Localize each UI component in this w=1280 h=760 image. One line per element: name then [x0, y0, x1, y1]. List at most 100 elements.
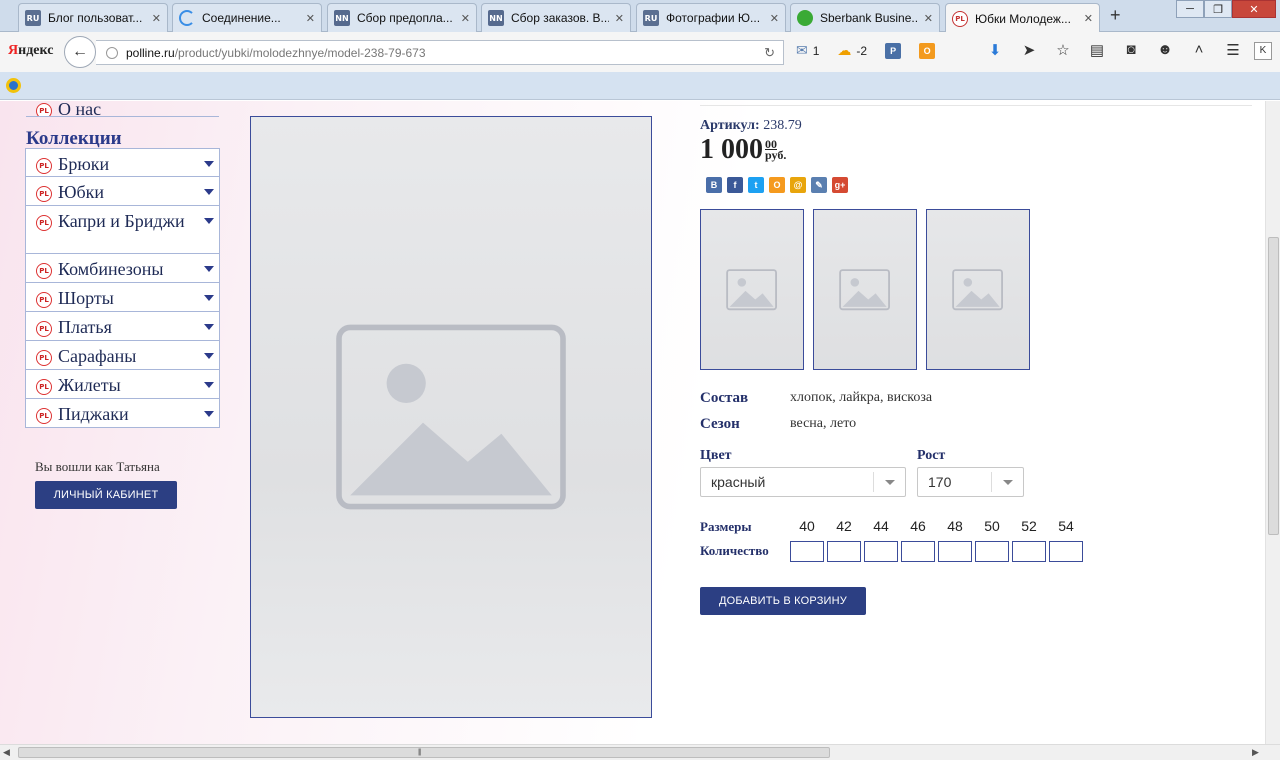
weather-widget[interactable]: ☁ -2 — [837, 42, 867, 59]
livejournal-icon[interactable]: ✎ — [811, 177, 827, 193]
yandex-logo[interactable]: Яндекс — [8, 43, 53, 59]
menu-item-collection[interactable]: PL Жилеты — [25, 370, 220, 399]
menu-item-label: Сарафаны — [58, 346, 137, 366]
close-tab-icon[interactable]: ✕ — [461, 12, 470, 25]
close-window-icon[interactable]: ✕ — [1232, 0, 1276, 18]
page-content: PL О нас Коллекции PL Брюки PL Юбки PL Капри и… — [0, 101, 1265, 744]
chevron-up-icon[interactable]: ˄ — [1182, 41, 1216, 59]
bookmark-icon[interactable] — [6, 78, 21, 93]
quantity-input-size[interactable] — [938, 541, 972, 562]
quantity-input-size[interactable] — [1049, 541, 1083, 562]
menu-item-label: Пиджаки — [58, 404, 129, 424]
quantity-input-size[interactable] — [864, 541, 898, 562]
new-tab-button[interactable]: + — [1110, 5, 1121, 26]
dropdown-arrow-icon[interactable] — [204, 324, 214, 330]
twitter-icon[interactable]: t — [748, 177, 764, 193]
chat-icon[interactable]: ☻ — [1148, 41, 1182, 59]
menu-item-collection[interactable]: PL Платья — [25, 312, 220, 341]
dropdown-arrow-icon[interactable] — [204, 295, 214, 301]
menu-item-collection[interactable]: PL Комбинезоны — [25, 254, 220, 283]
size-label: 48 — [947, 518, 963, 534]
dropdown-arrow-icon[interactable] — [204, 189, 214, 195]
quantity-input-size[interactable] — [901, 541, 935, 562]
vk-icon[interactable]: В — [706, 177, 722, 193]
odnoklassniki-icon[interactable]: О — [769, 177, 785, 193]
quantity-input-size[interactable] — [827, 541, 861, 562]
add-to-cart-button[interactable]: Добавить в корзину — [700, 587, 866, 615]
minimize-icon[interactable]: ─ — [1176, 0, 1204, 18]
mail-widget[interactable]: ✉ 1 — [796, 42, 819, 59]
download-icon[interactable]: ⬇ — [978, 41, 1012, 59]
menu-item-collection[interactable]: PL Сарафаны — [25, 341, 220, 370]
scrollbar-thumb[interactable] — [1268, 237, 1279, 535]
horizontal-scrollbar[interactable]: ◀ ||| ▶ — [0, 744, 1280, 760]
scroll-left-icon[interactable]: ◀ — [3, 747, 10, 758]
product-thumbnail[interactable] — [700, 209, 804, 370]
sizes-label: Размеры — [700, 519, 752, 534]
product-main-photo[interactable] — [250, 116, 652, 718]
close-tab-icon[interactable]: ✕ — [770, 12, 779, 25]
scrollbar-thumb[interactable] — [18, 747, 830, 758]
browser-tab[interactable]: Соединение... ✕ — [172, 3, 322, 32]
close-tab-icon[interactable]: ✕ — [924, 12, 933, 25]
browser-tab[interactable]: RU Блог пользоват... ✕ — [18, 3, 168, 32]
facebook-icon[interactable]: f — [727, 177, 743, 193]
pl-logo-icon: PL — [36, 215, 52, 231]
image-placeholder-icon — [726, 268, 778, 310]
odnoklassniki-ext-button[interactable]: О — [919, 42, 936, 59]
reading-list-icon[interactable]: ▤ — [1080, 41, 1114, 59]
vertical-scrollbar[interactable] — [1265, 101, 1280, 744]
pocket-icon[interactable]: ◙ — [1114, 41, 1148, 59]
tab-title: Sberbank Busine... — [820, 11, 918, 25]
color-select[interactable]: красный — [700, 467, 906, 497]
close-tab-icon[interactable]: ✕ — [615, 12, 624, 25]
tab-title: Сбор предопла... — [357, 11, 453, 25]
menu-item-collection[interactable]: PL Шорты — [25, 283, 220, 312]
mailru-icon[interactable]: @ — [790, 177, 806, 193]
quantity-input-size[interactable] — [1012, 541, 1046, 562]
quantity-input-size[interactable] — [975, 541, 1009, 562]
tab-title: Юбки Молодеж... — [975, 11, 1071, 26]
send-icon[interactable]: ➤ — [1012, 41, 1046, 59]
product-thumbnail[interactable] — [813, 209, 917, 370]
menu-item-collection[interactable]: PL Брюки — [25, 148, 220, 177]
menu-icon[interactable]: ☰ — [1216, 41, 1250, 59]
price-cents: 00 руб. — [765, 137, 787, 162]
menu-item-about[interactable]: PL О нас — [26, 101, 219, 117]
reload-icon[interactable]: ↻ — [764, 45, 775, 61]
nn-favicon-icon: NN — [488, 10, 504, 26]
dropdown-arrow-icon[interactable] — [204, 353, 214, 359]
browser-tab[interactable]: NN Сбор предопла... ✕ — [327, 3, 477, 32]
article-number: Артикул: 238.79 — [700, 118, 802, 133]
scroll-right-icon[interactable]: ▶ — [1252, 747, 1259, 758]
browser-tab[interactable]: RU Фотографии Ю... ✕ — [636, 3, 786, 32]
extension-p-button[interactable]: P — [885, 42, 902, 59]
restore-icon[interactable]: ❐ — [1204, 0, 1232, 18]
address-bar[interactable]: polline.ru/product/yubki/molodezhnye/mod… — [96, 40, 784, 65]
menu-item-collection[interactable]: PL Юбки — [25, 177, 220, 206]
close-tab-icon[interactable]: ✕ — [152, 12, 161, 25]
dropdown-arrow-icon[interactable] — [204, 218, 214, 224]
menu-item-collection[interactable]: PL Капри и Бриджи — [25, 206, 220, 254]
browser-tab[interactable]: Sberbank Busine... ✕ — [790, 3, 940, 32]
chevron-down-icon — [873, 472, 905, 492]
google-plus-icon[interactable]: g+ — [832, 177, 848, 193]
product-thumbnail[interactable] — [926, 209, 1030, 370]
k-button[interactable]: K — [1254, 42, 1272, 60]
quantity-input-size[interactable] — [790, 541, 824, 562]
personal-cabinet-button[interactable]: Личный кабинет — [35, 481, 177, 509]
star-icon[interactable]: ☆ — [1046, 41, 1080, 59]
close-tab-icon[interactable]: ✕ — [306, 12, 315, 25]
dropdown-arrow-icon[interactable] — [204, 161, 214, 167]
dropdown-arrow-icon[interactable] — [204, 411, 214, 417]
height-select[interactable]: 170 — [917, 467, 1024, 497]
close-tab-icon[interactable]: ✕ — [1084, 12, 1093, 25]
dropdown-arrow-icon[interactable] — [204, 266, 214, 272]
back-button[interactable]: ← — [64, 36, 96, 68]
sber-favicon-icon — [797, 10, 813, 26]
browser-tab[interactable]: PL Юбки Молодеж... ✕ — [945, 3, 1100, 33]
browser-tab[interactable]: NN Сбор заказов. В... ✕ — [481, 3, 631, 32]
dropdown-arrow-icon[interactable] — [204, 382, 214, 388]
arrow-left-icon: ← — [72, 43, 88, 60]
menu-item-collection[interactable]: PL Пиджаки — [25, 399, 220, 428]
